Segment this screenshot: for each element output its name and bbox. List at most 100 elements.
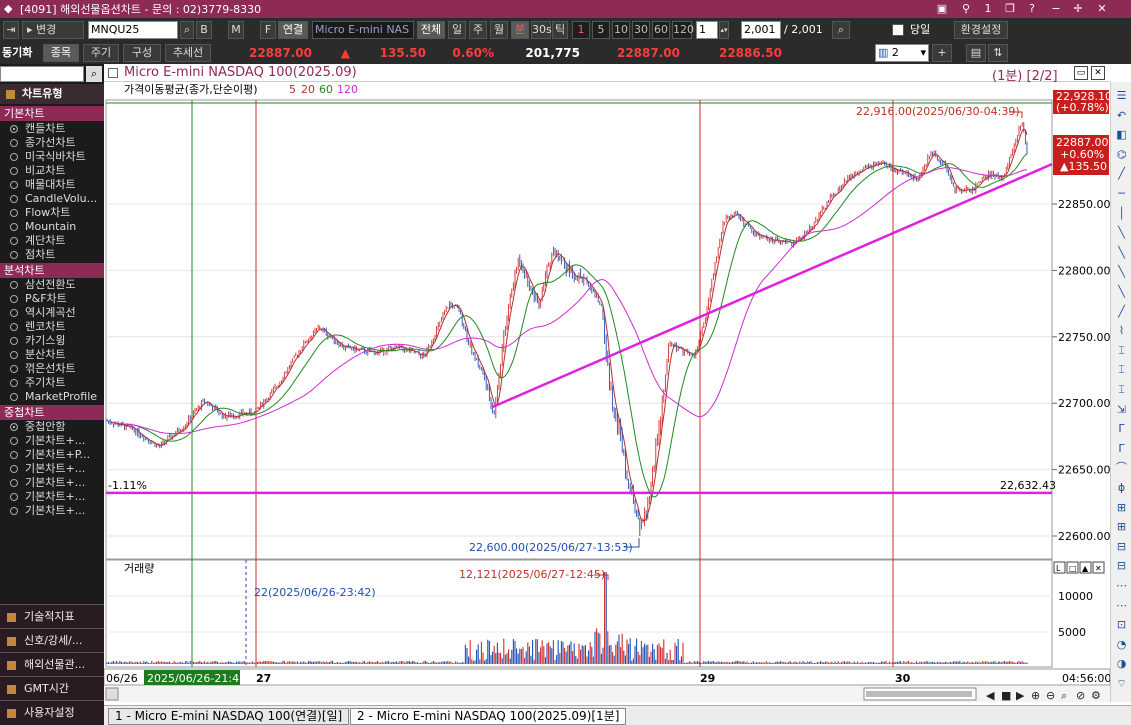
symbol-code-input[interactable]: MNQU25 <box>88 21 178 39</box>
overlay-chart-item-6[interactable]: 기본차트+... <box>10 504 85 518</box>
m-button[interactable]: M <box>228 21 244 39</box>
ray-icon[interactable]: ╲ <box>1114 225 1129 240</box>
analysis-chart-item-1[interactable]: P&F차트 <box>10 292 67 306</box>
interval-stepper[interactable]: ▴▾ <box>719 21 729 39</box>
period-30s-button[interactable]: 30s <box>531 21 552 39</box>
shape-icon[interactable]: ⌔ <box>1114 676 1129 691</box>
chart-type-header[interactable]: 차트유형 <box>0 84 104 104</box>
arrow-icon[interactable]: ⇲ <box>1114 402 1129 417</box>
tab-period-button[interactable]: 주기 <box>83 44 119 62</box>
basic-chart-item-9[interactable]: 점차트 <box>10 248 55 262</box>
interval-120-button[interactable]: 120 <box>672 21 694 39</box>
basic-chart-item-3[interactable]: 비교차트 <box>10 164 65 178</box>
overlay-chart-item-0[interactable]: 중첩안함 <box>10 420 65 434</box>
settings-button[interactable]: 환경설정 <box>954 21 1008 39</box>
interval-input[interactable]: 1 <box>696 21 718 39</box>
today-checkbox[interactable] <box>892 24 904 36</box>
period-month-button[interactable]: 월 <box>490 21 508 39</box>
interval-1-button[interactable]: 1 <box>572 21 590 39</box>
line-icon[interactable]: ╱ <box>1114 166 1129 181</box>
basic-chart-item-7[interactable]: Mountain <box>10 220 76 234</box>
sidebar-bottom-item-1[interactable]: 신호/강세/... <box>0 628 104 652</box>
chart-select-box[interactable] <box>108 68 118 78</box>
overlay-chart-item-2[interactable]: 기본차트+P... <box>10 448 90 462</box>
menu-icon[interactable]: ☰ <box>1114 88 1129 103</box>
period-week-button[interactable]: 주 <box>469 21 487 39</box>
basic-chart-item-1[interactable]: 종가선차트 <box>10 136 76 150</box>
search-button[interactable]: ⌕ <box>180 21 194 39</box>
frame-icon[interactable]: ⊡ <box>1114 617 1129 632</box>
grid-icon[interactable]: ⊞ <box>1114 500 1129 515</box>
f-button[interactable]: F <box>260 21 276 39</box>
export-icon[interactable]: ⇅ <box>988 44 1008 62</box>
basic-chart-item-4[interactable]: 매물대차트 <box>10 178 76 192</box>
basic-chart-item-5[interactable]: CandleVolu... <box>10 192 97 206</box>
hline-icon[interactable]: ─ <box>1114 186 1129 201</box>
gann2-icon[interactable]: Γ <box>1114 441 1129 456</box>
half-icon[interactable]: ◑ <box>1114 656 1129 671</box>
change-button[interactable]: ▸ 변경 <box>22 21 84 39</box>
nav-control-icon[interactable]: ▶ <box>1016 689 1025 702</box>
panel-search-input[interactable] <box>0 66 84 82</box>
nav-control-icon[interactable]: ⌕ <box>1061 689 1067 702</box>
dots-icon[interactable]: ⋯ <box>1114 578 1129 593</box>
interval-60-button[interactable]: 60 <box>652 21 670 39</box>
overlay-chart-item-1[interactable]: 기본차트+... <box>10 434 85 448</box>
period-day-button[interactable]: 일 <box>448 21 466 39</box>
pie-icon[interactable]: ◔ <box>1114 637 1129 652</box>
minimize-icon[interactable]: − <box>1048 1 1064 17</box>
nav-control-icon[interactable]: ■ <box>1001 689 1011 702</box>
nav-control-icon[interactable]: ◀ <box>986 689 995 702</box>
fib2-icon[interactable]: ⌶ <box>1114 362 1129 377</box>
restore-icon[interactable]: ❐ <box>1002 1 1018 17</box>
basic-chart-item-0[interactable]: 캔들차트 <box>10 122 65 136</box>
box2-icon[interactable]: ⊟ <box>1114 558 1129 573</box>
sidebar-bottom-item-3[interactable]: GMT시간 <box>0 676 104 700</box>
zoom-search-button[interactable]: ⌕ <box>832 21 850 39</box>
analysis-chart-item-0[interactable]: 삼선전환도 <box>10 278 76 292</box>
trend-icon[interactable]: ╱ <box>1114 304 1129 319</box>
eraser-icon[interactable]: ⌬ <box>1114 147 1129 162</box>
nav-control-icon[interactable]: ⊕ <box>1031 689 1040 702</box>
crosshair-icon[interactable]: ◧ <box>1114 127 1129 142</box>
interval-10-button[interactable]: 10 <box>612 21 630 39</box>
analysis-chart-item-5[interactable]: 분산차트 <box>10 348 65 362</box>
chart-close-icon[interactable]: ✕ <box>1091 66 1105 80</box>
analysis-chart-item-4[interactable]: 카기스윙 <box>10 334 65 348</box>
pin-icon[interactable]: ▣ <box>934 1 950 17</box>
sidebar-bottom-item-2[interactable]: 해외선물관... <box>0 652 104 676</box>
undo-icon[interactable]: ↶ <box>1114 108 1129 123</box>
scroll-left-icon[interactable] <box>105 687 119 701</box>
interval-5-button[interactable]: 5 <box>592 21 610 39</box>
section-analysis[interactable]: 분석차트 <box>0 263 104 278</box>
ray3-icon[interactable]: ╲ <box>1114 264 1129 279</box>
all-button[interactable]: 전체 <box>417 21 445 39</box>
fib3-icon[interactable]: ⌶ <box>1114 382 1129 397</box>
analysis-chart-item-3[interactable]: 렌코차트 <box>10 320 65 334</box>
nav-control-icon[interactable]: ⊘ <box>1076 689 1085 702</box>
sidebar-bottom-item-0[interactable]: 기술적지표 <box>0 604 104 628</box>
tab-trend-button[interactable]: 추세선 <box>165 44 211 62</box>
analysis-chart-item-6[interactable]: 꺾은선차트 <box>10 362 76 376</box>
price-chart[interactable]: 22850.00 22800.00 22750.00 22700.00 22650.00… <box>104 82 1110 702</box>
help-icon[interactable]: ? <box>1024 1 1040 17</box>
scrollbar-thumb[interactable] <box>866 691 972 697</box>
tab-chart-2[interactable]: 2 - Micro E-mini NASDAQ 100(2025.09)[1분] <box>350 708 627 725</box>
nav-control-icon[interactable]: ⊖ <box>1046 689 1055 702</box>
analysis-chart-item-8[interactable]: MarketProfile <box>10 390 97 404</box>
basic-chart-item-6[interactable]: Flow차트 <box>10 206 70 220</box>
save-icon[interactable]: ▤ <box>966 44 986 62</box>
pin2-icon[interactable]: ⚲ <box>958 1 974 17</box>
period-minute-button[interactable]: 분 <box>511 21 529 39</box>
analysis-chart-item-2[interactable]: 역시계곡선 <box>10 306 76 320</box>
ray4-icon[interactable]: ╲ <box>1114 284 1129 299</box>
arc-icon[interactable]: ⌒ <box>1114 460 1129 475</box>
tab-chart-1[interactable]: 1 - Micro E-mini NASDAQ 100(연결)[일] <box>108 708 350 725</box>
section-overlay[interactable]: 중첩차트 <box>0 405 104 420</box>
sync-label[interactable]: 동기화 <box>2 44 32 62</box>
panel-search-icon[interactable]: ⌕ <box>86 66 102 82</box>
nav-control-icon[interactable]: ⚙ <box>1091 689 1101 702</box>
sidebar-bottom-item-4[interactable]: 사용자설정 <box>0 700 104 724</box>
b-button[interactable]: B <box>196 21 212 39</box>
symbol-name-field[interactable]: Micro E-mini NAS <box>312 21 414 39</box>
